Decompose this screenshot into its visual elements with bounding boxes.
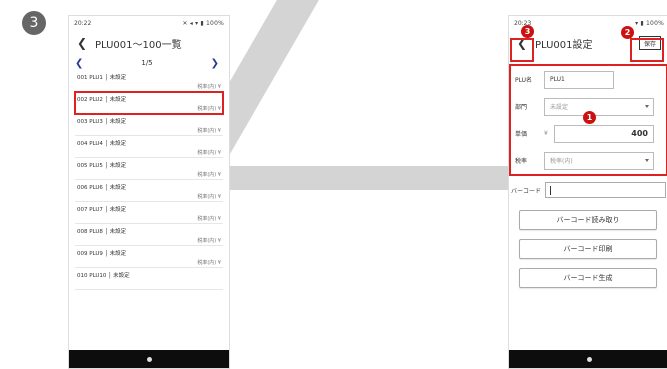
app-bar: ❮ PLU001〜100一覧 (69, 30, 229, 56)
pager: ❮ 1/5 ❯ (69, 56, 229, 70)
home-icon[interactable] (146, 356, 152, 362)
list-item[interactable]: 003 PLU3 │ 未設定 税率(内) ¥ (75, 114, 223, 136)
plu-list: 001 PLU1 │ 未設定 税率(内) ¥ 002 PLU2 │ 未設定 税率(内… (74, 70, 224, 290)
back-button-highlight (510, 38, 534, 62)
status-icons: ▾ ▮ 100% (635, 19, 664, 27)
status-bar: 20:22 ✕ ◂ ▾ ▮ 100% (69, 16, 229, 30)
barcode-row: バーコード (511, 180, 666, 200)
callout-2-badge: 2 (621, 26, 634, 39)
save-button-highlight (630, 38, 664, 62)
callout-1-badge: 1 (583, 111, 596, 124)
android-nav-bar (69, 350, 229, 368)
android-nav-bar (509, 350, 667, 368)
barcode-generate-button[interactable]: バーコード生成 (519, 268, 657, 288)
barcode-read-button[interactable]: バーコード読み取り (519, 210, 657, 230)
next-page-icon[interactable]: ❯ (211, 58, 219, 69)
list-item[interactable]: 004 PLU4 │ 未設定 税率(内) ¥ (75, 136, 223, 158)
home-icon[interactable] (586, 356, 592, 362)
list-item-selected[interactable]: 002 PLU2 │ 未設定 税率(内) ¥ (74, 91, 224, 115)
list-item[interactable]: 001 PLU1 │ 未設定 税率(内) ¥ (75, 70, 223, 92)
page-title: PLU001〜100一覧 (95, 39, 182, 51)
back-button[interactable]: ❮ (73, 34, 91, 52)
list-item[interactable]: 010 PLU10 │ 未設定 (75, 268, 223, 290)
list-item[interactable]: 006 PLU6 │ 未設定 税率(内) ¥ (75, 180, 223, 202)
list-item[interactable]: 005 PLU5 │ 未設定 税率(内) ¥ (75, 158, 223, 180)
step-number-badge: 3 (22, 11, 46, 35)
barcode-input[interactable] (545, 182, 666, 198)
status-icons: ✕ ◂ ▾ ▮ 100% (182, 19, 224, 27)
chevron-left-icon: ❮ (76, 36, 88, 50)
page-title: PLU001設定 (535, 39, 593, 51)
list-item[interactable]: 007 PLU7 │ 未設定 税率(内) ¥ (75, 202, 223, 224)
list-item[interactable]: 009 PLU9 │ 未設定 税率(内) ¥ (75, 246, 223, 268)
status-time: 20:22 (74, 19, 92, 27)
page-indicator: 1/5 (141, 59, 153, 67)
phone-plu-list: 20:22 ✕ ◂ ▾ ▮ 100% ❮ PLU001〜100一覧 ❮ 1/5 … (68, 15, 230, 369)
callout-3-badge: 3 (521, 25, 534, 38)
connector-horizontal (228, 166, 508, 190)
barcode-print-button[interactable]: バーコード印刷 (519, 239, 657, 259)
prev-page-icon[interactable]: ❮ (75, 58, 83, 69)
list-item[interactable]: 008 PLU8 │ 未設定 税率(内) ¥ (75, 224, 223, 246)
